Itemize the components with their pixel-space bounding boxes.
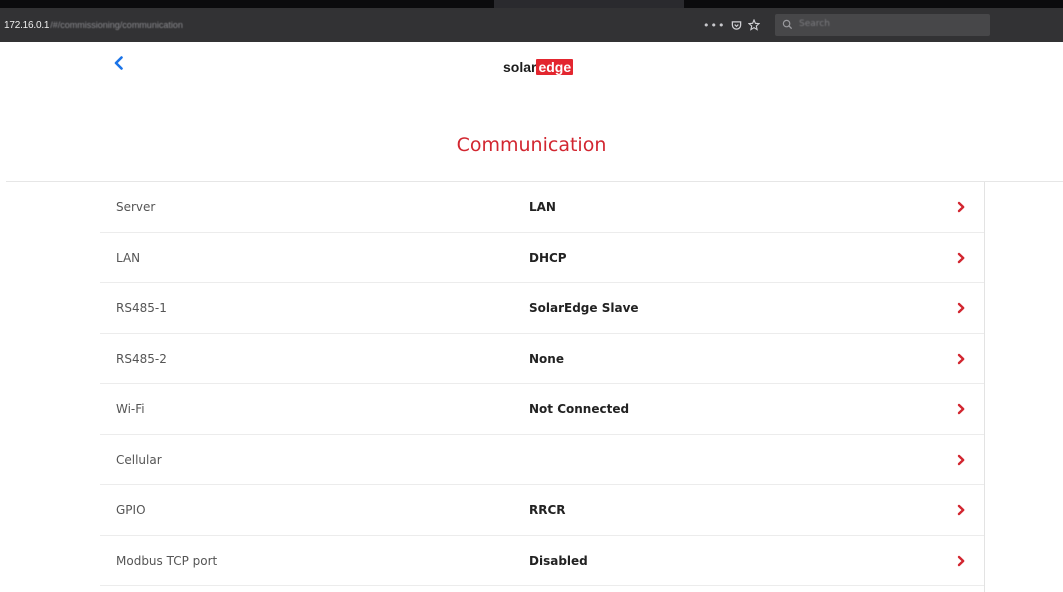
settings-row-gpio[interactable]: GPIO RRCR (100, 485, 984, 536)
settings-row-label: Cellular (116, 452, 162, 467)
browser-toolbar: 172.16.0.1 /#/commissioning/communicatio… (0, 8, 1063, 42)
url-host: 172.16.0.1 (4, 19, 50, 31)
page-actions-menu-button[interactable]: ••• (703, 19, 725, 32)
logo-edge-text: edge (536, 59, 574, 75)
settings-row-rs485-1[interactable]: RS485-1 SolarEdge Slave (100, 283, 984, 334)
page-title: Communication (456, 134, 607, 156)
browser-tab[interactable] (494, 0, 684, 8)
settings-row-label: RS485-1 (116, 301, 167, 315)
url-path: /#/commissioning/communication (50, 20, 183, 30)
settings-row-label: GPIO (116, 503, 146, 517)
settings-row-label: Modbus TCP port (116, 553, 218, 568)
browser-search-box[interactable]: Search (775, 14, 990, 36)
chevron-right-icon (957, 403, 965, 415)
settings-row-value: RRCR (529, 503, 566, 517)
search-icon (782, 19, 793, 30)
chevron-right-icon (957, 454, 965, 465)
search-placeholder: Search (799, 19, 830, 29)
solaredge-logo: solar edge (503, 57, 574, 77)
settings-row-value: SolarEdge Slave (529, 301, 639, 315)
settings-row-value: LAN (529, 200, 556, 214)
chevron-right-icon (957, 504, 965, 516)
star-icon[interactable] (748, 19, 761, 31)
address-bar[interactable]: 172.16.0.1 /#/commissioning/communicatio… (4, 17, 183, 33)
chevron-right-icon (957, 555, 965, 566)
browser-tab-strip (0, 0, 1063, 8)
settings-row-value: Disabled (529, 553, 588, 568)
communication-settings-list: Server LAN LAN DHCP RS485-1 SolarEdge Sl… (100, 182, 985, 592)
settings-row-label: LAN (116, 250, 141, 265)
settings-row-modbus-tcp-port[interactable]: Modbus TCP port Disabled (100, 536, 984, 586)
chevron-right-icon (957, 353, 965, 364)
chevron-right-icon (957, 302, 965, 314)
settings-row-value: DHCP (529, 250, 567, 265)
settings-row-value: None (529, 351, 564, 366)
settings-row-server[interactable]: Server LAN (100, 182, 984, 233)
settings-row-label: Server (116, 200, 156, 214)
settings-row-value: Not Connected (529, 402, 630, 416)
settings-row-lan[interactable]: LAN DHCP (100, 233, 984, 283)
page-actions: ••• (703, 17, 761, 33)
logo-solar-text: solar (503, 59, 537, 75)
settings-row-rs485-2[interactable]: RS485-2 None (100, 334, 984, 384)
chevron-right-icon (957, 201, 965, 213)
settings-row-label: Wi-Fi (116, 402, 145, 416)
chevron-right-icon (957, 252, 965, 263)
back-button[interactable] (108, 52, 130, 74)
settings-row-wi-fi[interactable]: Wi-Fi Not Connected (100, 384, 984, 435)
pocket-icon[interactable] (731, 20, 742, 31)
settings-row-cellular[interactable]: Cellular (100, 435, 984, 485)
settings-row-label: RS485-2 (116, 351, 167, 366)
chevron-left-icon (114, 56, 123, 70)
